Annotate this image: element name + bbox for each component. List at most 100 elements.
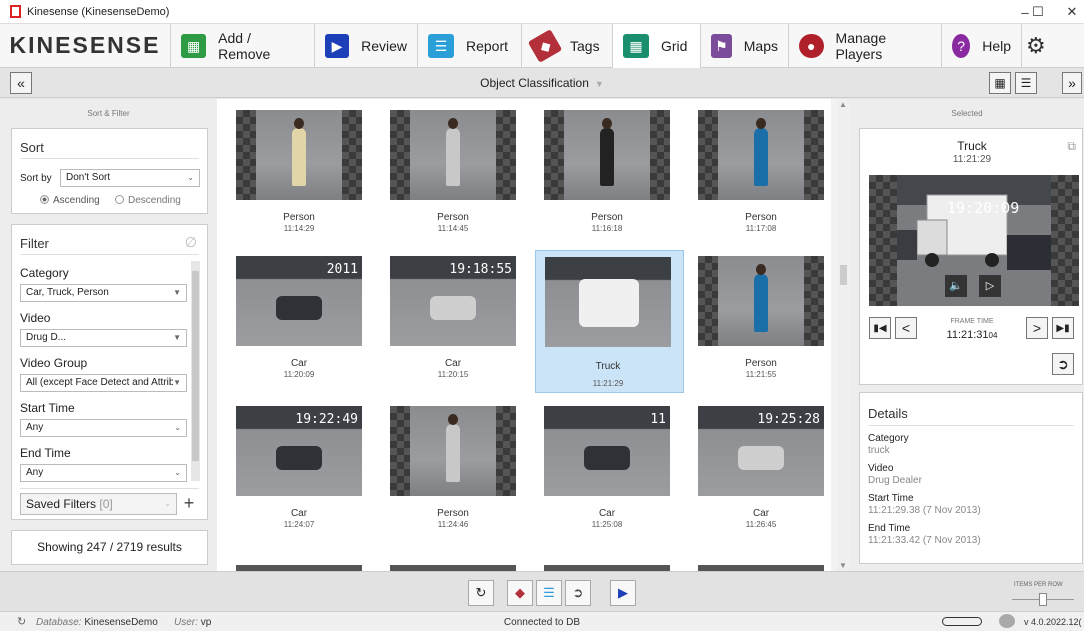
chevron-down-icon: ▼ (173, 375, 181, 391)
grid-item[interactable]: Truck 11:21:29 (535, 250, 684, 393)
video-group-select[interactable]: All (except Face Detect and Attribu ▼ (20, 374, 187, 392)
sort-descending-label: Descending (128, 195, 181, 206)
grid-item-caption: Person 11:14:29 (232, 212, 366, 233)
grid-item-time: 11:14:45 (437, 224, 469, 233)
grid-item-time: 11:21:55 (745, 370, 777, 379)
grid-item[interactable]: 2011 Car 11:20:09 (227, 250, 376, 393)
category-select[interactable]: Car, Truck, Person ▼ (20, 284, 187, 302)
start-time-label: Start Time (20, 401, 75, 415)
sort-heading: Sort (20, 140, 44, 155)
checker-bg (1051, 175, 1079, 306)
video-player[interactable]: 19:20:09 🔈 ▷ (869, 175, 1079, 306)
sort-by-select[interactable]: Don't Sort ⌄ (60, 169, 200, 187)
chevron-down-icon: ▼ (173, 333, 181, 342)
review-selected-button[interactable]: ▶ (610, 580, 636, 606)
grid-item[interactable]: Person 11:14:29 (227, 104, 376, 247)
checker-bg (390, 406, 410, 496)
play-icon: ▷ (985, 280, 995, 292)
toolbar-report[interactable]: ☰ Report (417, 24, 521, 68)
person-head (448, 118, 458, 129)
divider (20, 158, 199, 159)
grid-item[interactable]: 11 Car 11:25:08 (535, 400, 684, 543)
add-to-report-button[interactable]: ☰ (536, 580, 562, 606)
grid-scrollbar-track[interactable]: ▲ ▼ (837, 99, 850, 571)
video-timestamp-overlay: 11 (650, 412, 666, 427)
toolbar-grid[interactable]: ▦ Grid (612, 24, 700, 68)
grid-item-caption: Truck 11:21:29 (541, 359, 675, 392)
detail-start-value: 11:21:29.38 (7 Nov 2013) (868, 505, 981, 516)
toolbar-help[interactable]: ? Help (941, 24, 1021, 68)
grid-item[interactable]: 19:22:49 Car 11:24:07 (227, 400, 376, 543)
settings-button[interactable]: ⚙ (1021, 24, 1055, 68)
sort-descending[interactable]: Descending (115, 195, 181, 206)
saved-filters-select[interactable]: Saved Filters [0] ⌄ (20, 493, 177, 515)
start-time-select[interactable]: Any ⌄ (20, 419, 187, 437)
scrollbar-thumb[interactable] (840, 265, 847, 285)
video-value: Drug D... (26, 332, 67, 343)
filter-scrollbar[interactable] (191, 261, 200, 481)
last-frame-button[interactable]: ▶▮ (1052, 317, 1074, 339)
view-bar: « Object Classification ▼ ▦ ☰ » (0, 68, 1084, 98)
grid-thumbnail (698, 256, 824, 346)
export-file-button[interactable]: ➲ (565, 580, 591, 606)
grid-item-time: 11:24:46 (437, 520, 469, 529)
truck-scene (897, 175, 1051, 306)
grid-item[interactable]: 19:18:55 Car 11:20:15 (381, 250, 530, 393)
details-heading: Details (868, 406, 908, 421)
next-frame-button[interactable]: > (1026, 317, 1048, 339)
manage-players-icon: ● (799, 34, 824, 58)
add-remove-icon: ▦ (181, 34, 207, 58)
checker-bg (390, 110, 410, 200)
volume-icon: 🔈 (949, 280, 963, 292)
toolbar-tags[interactable]: ◆ Tags (521, 24, 612, 68)
grid-thumbnail (236, 110, 362, 200)
grid-item[interactable]: Person 11:21:55 (689, 250, 837, 393)
results-count: Showing 247 / 2719 results (11, 530, 208, 565)
volume-button[interactable]: 🔈 (945, 275, 967, 297)
person-figure (446, 424, 460, 482)
toolbar-add-remove[interactable]: ▦ Add / Remove (170, 24, 314, 68)
grid-item[interactable]: Person 11:14:45 (381, 104, 530, 247)
clear-filter-icon[interactable]: ∅ (185, 234, 197, 251)
scroll-down-icon[interactable]: ▼ (839, 561, 847, 570)
car-shape (584, 446, 630, 470)
grid-item[interactable]: Person 11:17:08 (689, 104, 837, 247)
view-title[interactable]: Object Classification ▼ (0, 76, 1084, 90)
grid-item[interactable]: Person 11:24:46 (381, 400, 530, 543)
person-head (602, 118, 612, 129)
skip-end-icon: ▶▮ (1056, 322, 1070, 334)
gear-icon: ⚙ (1026, 33, 1046, 58)
close-button[interactable]: ✕ (1052, 0, 1084, 24)
toolbar-review[interactable]: ▶ Review (314, 24, 417, 68)
scroll-up-icon[interactable]: ▲ (839, 100, 847, 109)
toolbar-maps[interactable]: ⚑ Maps (700, 24, 788, 68)
results-grid: Person 11:14:29 Person 11:14:45 Person 11:16:… (217, 99, 837, 571)
export-button[interactable]: ➲ (1052, 353, 1074, 375)
grid-item[interactable]: 19:25:28 Car 11:26:45 (689, 400, 837, 543)
grid-item-type: Person (745, 212, 777, 223)
detail-start-label: Start Time (868, 493, 914, 504)
end-time-select[interactable]: Any ⌄ (20, 464, 187, 482)
grid-view-button[interactable]: ▦ (989, 72, 1011, 94)
grid-thumbnail: 19:25:28 (698, 406, 824, 496)
play-button[interactable]: ▷ (979, 275, 1001, 297)
grid-item[interactable]: Person 11:16:18 (535, 104, 684, 247)
tag-button[interactable]: ◆ (507, 580, 533, 606)
scrollbar-thumb[interactable] (192, 271, 199, 461)
sort-ascending[interactable]: Ascending (40, 195, 100, 206)
slider-handle[interactable] (1039, 593, 1047, 606)
collapse-right-button[interactable]: » (1062, 72, 1082, 94)
add-filter-button[interactable]: + (178, 493, 200, 515)
video-select[interactable]: Drug D... ▼ (20, 329, 187, 347)
toolbar-label: Tags (570, 38, 600, 54)
toggle-switch[interactable] (942, 617, 982, 626)
car-shape (738, 446, 784, 470)
popout-icon[interactable]: ⧉ (1067, 139, 1076, 154)
detail-video-value: Drug Dealer (868, 475, 922, 486)
refresh-button[interactable]: ↻ (468, 580, 494, 606)
chevron-right-icon: > (1032, 320, 1042, 336)
toolbar-manage-players[interactable]: ● Manage Players (788, 24, 941, 68)
grid-item-type: Person (283, 212, 315, 223)
grid-item-time: 11:20:15 (437, 370, 469, 379)
list-view-button[interactable]: ☰ (1015, 72, 1037, 94)
